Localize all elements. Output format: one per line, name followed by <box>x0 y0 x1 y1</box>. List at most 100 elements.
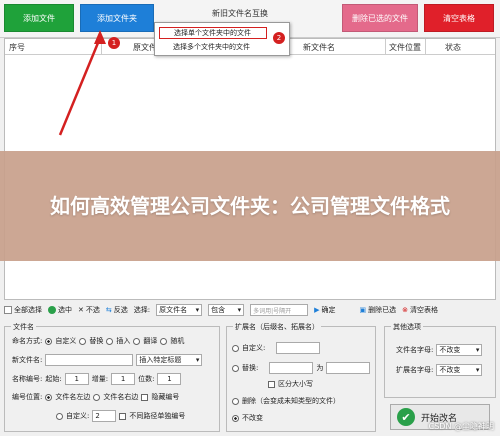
custom-position-input[interactable]: 2 <box>92 410 117 422</box>
insert-tag-combo[interactable]: 插入特定标题 ▾ <box>136 354 203 366</box>
replace-radio[interactable] <box>79 337 87 345</box>
ext-replace-for-label: 为 <box>316 364 324 372</box>
right-radio[interactable] <box>93 393 101 401</box>
start-label: 起始: <box>45 375 62 383</box>
file-case-row: 文件名字母: 不改变 ▾ <box>396 344 483 356</box>
ext-replace-from-input[interactable] <box>269 362 314 374</box>
ext-replace-label: 替换: <box>242 364 259 372</box>
insert-radio[interactable] <box>106 337 114 345</box>
field-combo[interactable]: 原文件名 ▾ <box>156 304 203 316</box>
ext-delete-radio[interactable] <box>232 397 239 405</box>
insert-tag-value: 插入特定标题 <box>139 356 182 364</box>
choose-label: 选择: <box>133 306 151 314</box>
step-badge-2: 2 <box>273 32 285 44</box>
article-banner: 如何高效管理公司文件夹：公司管理文件格式 <box>0 151 500 261</box>
folder-dropdown-menu: 选择单个文件夹中的文件 选择多个文件夹中的文件 <box>154 22 290 56</box>
ext-case-label: 扩展名字母: <box>396 366 434 374</box>
custom-position-radio[interactable] <box>56 412 63 420</box>
deselect-label: 不选 <box>85 306 100 314</box>
ext-custom-radio[interactable] <box>232 344 239 352</box>
naming-mode-label: 命名方式: <box>12 337 43 345</box>
select-label: 选中 <box>58 306 72 314</box>
hide-number-checkbox[interactable] <box>141 393 149 401</box>
custom-radio-label: 自定义 <box>55 337 77 345</box>
digits-input[interactable]: 1 <box>157 373 182 385</box>
left-radio[interactable] <box>45 393 53 401</box>
other-options-title: 其他选项 <box>391 322 423 332</box>
custom-position-label: 自定义: <box>66 412 90 420</box>
chevron-down-icon: ▾ <box>195 356 200 364</box>
new-name-input[interactable] <box>45 354 134 366</box>
invert-label: 反选 <box>113 306 128 314</box>
clear-table-label: 清空表格 <box>410 306 438 314</box>
random-radio-label: 随机 <box>170 337 185 345</box>
check-icon <box>48 306 56 314</box>
ext-replace-radio[interactable] <box>232 364 239 372</box>
random-radio[interactable] <box>160 337 168 345</box>
confirm-icon: ▶ <box>314 306 320 314</box>
other-options-panel: 其他选项 <box>384 322 496 398</box>
chevron-down-icon: ▾ <box>475 366 480 374</box>
clear-table-small-button[interactable]: ⊗ 清空表格 <box>402 305 438 315</box>
keyword-input[interactable]: 多词用|号隔开 <box>250 304 309 316</box>
select-all-label: 全部选择 <box>14 306 42 314</box>
ext-no-change-radio[interactable] <box>232 414 239 422</box>
delete-selected-button[interactable]: ▣ 删除已选 <box>360 305 397 315</box>
ext-custom-label: 自定义: <box>242 344 266 352</box>
ext-case-row: 区分大小写 <box>268 379 313 389</box>
selection-toolbar: 全部选择 选中 ✕ 不选 ⇆ 反选 选择: 原文件名 ▾ 包含 ▾ 多词用|号隔开 ▶ 确… <box>4 302 496 318</box>
step-badge-1: 1 <box>108 37 120 49</box>
custom-position-row: 自定义: 2 不同路径单独编号 <box>56 410 185 422</box>
chevron-down-icon: ▾ <box>195 306 200 314</box>
insert-radio-label: 插入 <box>116 337 131 345</box>
replace-radio-label: 替换 <box>89 337 104 345</box>
case-sensitive-label: 区分大小写 <box>278 380 313 388</box>
naming-mode-row: 命名方式: 自定义 替换 插入 翻译 随机 <box>12 336 184 346</box>
ext-delete-row: 删除（会变成未知类型的文件） <box>232 396 340 406</box>
ext-delete-label: 删除（会变成未知类型的文件） <box>242 397 340 405</box>
clear-icon: ⊗ <box>402 306 408 314</box>
ext-no-change-label: 不改变 <box>242 414 263 422</box>
right-radio-label: 文件名右边 <box>103 393 139 401</box>
ext-no-change-row: 不改变 <box>232 413 263 423</box>
confirm-button[interactable]: ▶ 确定 <box>314 305 335 315</box>
ext-replace-to-input[interactable] <box>326 362 371 374</box>
banner-title: 如何高效管理公司文件夹：公司管理文件格式 <box>50 194 450 218</box>
chevron-down-icon: ▾ <box>475 346 480 354</box>
extension-panel-title: 扩展名（后缀名、拓展名） <box>233 322 321 332</box>
case-sensitive-checkbox[interactable] <box>268 380 275 388</box>
menu-item-single-folder[interactable]: 选择单个文件夹中的文件 <box>159 27 267 39</box>
ext-case-value: 不改变 <box>439 366 461 374</box>
invert-button[interactable]: ⇆ 反选 <box>106 305 128 315</box>
select-button[interactable]: 选中 <box>48 305 72 315</box>
delete-selected-label: 删除已选 <box>368 306 397 314</box>
new-name-row: 新文件名: 插入特定标题 ▾ <box>12 354 203 366</box>
ext-case-combo[interactable]: 不改变 ▾ <box>436 364 483 376</box>
file-name-panel-title: 文件名 <box>11 322 36 332</box>
step-input[interactable]: 1 <box>111 373 136 385</box>
separate-path-checkbox[interactable] <box>119 412 127 420</box>
match-combo-value: 包含 <box>211 306 226 314</box>
number-position-label: 编号位置: <box>12 393 43 401</box>
delete-icon: ▣ <box>359 306 367 314</box>
start-input[interactable]: 1 <box>64 373 89 385</box>
ext-custom-input[interactable] <box>276 342 321 354</box>
watermark: CSDN @尘隐神明 <box>428 422 494 431</box>
file-case-combo[interactable]: 不改变 ▾ <box>436 344 483 356</box>
ext-case-option-row: 扩展名字母: 不改变 ▾ <box>396 364 483 376</box>
translate-radio-label: 翻译 <box>143 337 158 345</box>
match-combo[interactable]: 包含 ▾ <box>208 304 245 316</box>
translate-radio[interactable] <box>133 337 141 345</box>
custom-radio[interactable] <box>45 337 53 345</box>
file-case-label: 文件名字母: <box>396 346 434 354</box>
numbering-row: 名称编号: 起始: 1 增量: 1 位数: 1 <box>12 373 182 385</box>
hide-number-label: 隐藏编号 <box>151 393 180 401</box>
select-all-checkbox[interactable]: 全部选择 <box>4 305 42 315</box>
field-combo-value: 原文件名 <box>159 306 188 314</box>
menu-item-multi-folder[interactable]: 选择多个文件夹中的文件 <box>159 41 250 53</box>
new-name-label: 新文件名: <box>12 356 43 364</box>
ext-custom-row: 自定义: <box>232 342 321 354</box>
chevron-down-icon: ▾ <box>237 306 242 314</box>
number-position-row: 编号位置: 文件名左边 文件名右边 隐藏编号 <box>12 392 179 402</box>
deselect-button[interactable]: ✕ 不选 <box>78 305 100 315</box>
